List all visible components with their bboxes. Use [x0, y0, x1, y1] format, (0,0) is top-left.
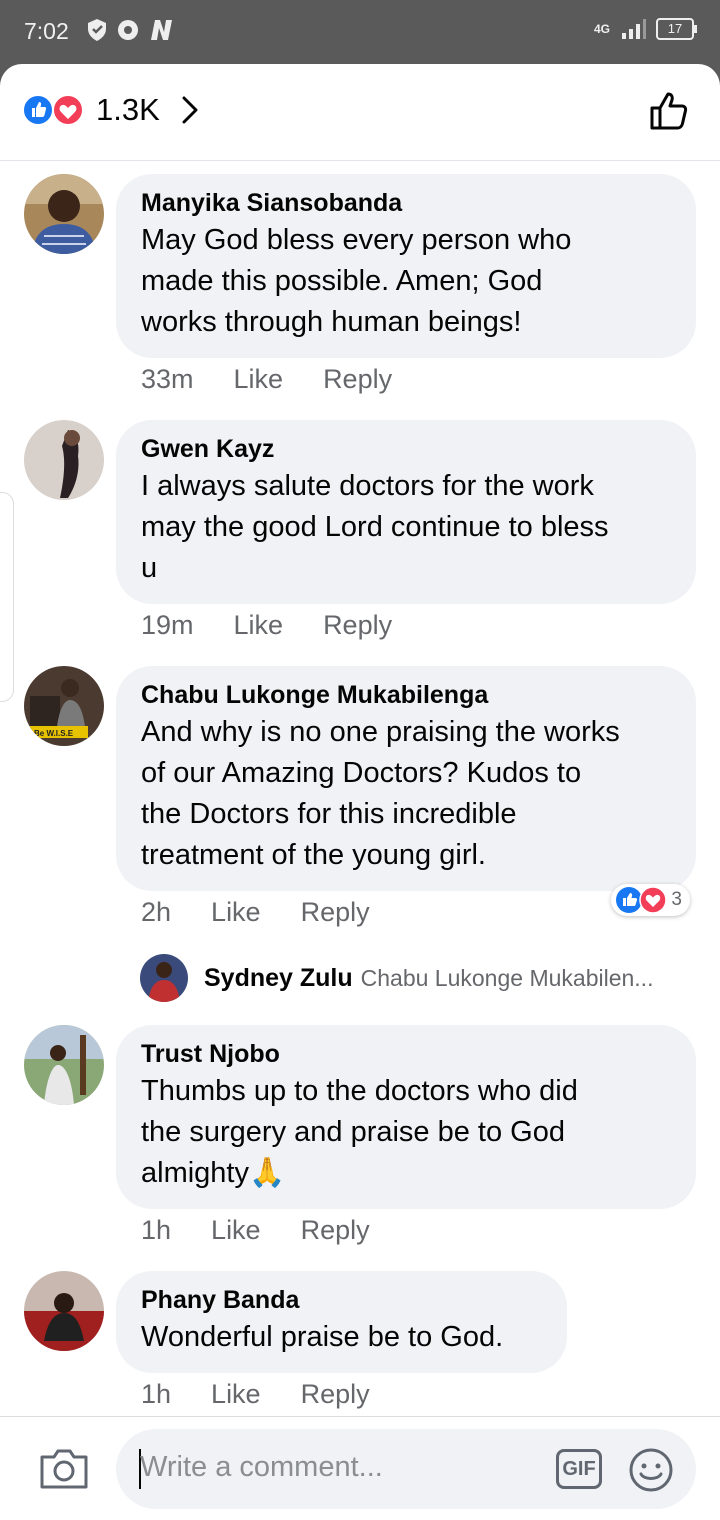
- like-comment-button[interactable]: Like: [234, 364, 284, 395]
- comment-bubble[interactable]: Gwen Kayz I always salute doctors for th…: [116, 420, 696, 604]
- reaction-summary-icons[interactable]: [22, 92, 88, 128]
- reply-comment-button[interactable]: Reply: [301, 897, 370, 928]
- avatar: [140, 954, 188, 1002]
- shield-icon: [88, 19, 106, 41]
- avatar[interactable]: [24, 1271, 104, 1351]
- comment-actions: 1h Like Reply: [141, 1215, 410, 1246]
- comment-author[interactable]: Chabu Lukonge Mukabilenga: [141, 678, 672, 712]
- comment-text-line: the surgery and praise be to God: [141, 1116, 565, 1148]
- camera-icon[interactable]: [38, 1445, 90, 1491]
- reply-comment-button[interactable]: Reply: [301, 1215, 370, 1246]
- comment-text-line: almighty🙏: [141, 1157, 286, 1189]
- comment-time: 19m: [141, 610, 194, 640]
- emoji-icon[interactable]: [628, 1447, 674, 1493]
- comment-actions: 33m Like Reply: [141, 364, 432, 395]
- comment-actions: 19m Like Reply: [141, 610, 432, 641]
- status-bar: 7:02 4G 17: [0, 0, 720, 64]
- status-notification-icons: [86, 18, 176, 42]
- status-time: 7:02: [24, 18, 69, 44]
- comment-text-line: works through human beings!: [141, 306, 522, 338]
- comment-time: 1h: [141, 1215, 172, 1245]
- comment-text-line: the Doctors for this incredible: [141, 798, 517, 830]
- comment-bubble[interactable]: Phany Banda Wonderful praise be to God.: [116, 1271, 567, 1373]
- chrome-icon: [118, 20, 138, 40]
- reply-comment-button[interactable]: Reply: [301, 1379, 370, 1410]
- reply-snippet: Chabu Lukonge Mukabilen...: [360, 964, 654, 991]
- comment-text-line: made this possible. Amen; God: [141, 265, 543, 297]
- avatar[interactable]: [24, 420, 104, 500]
- network-type-label: 4G: [593, 22, 610, 36]
- comment-time: 2h: [141, 897, 172, 927]
- comment-author[interactable]: Manyika Siansobanda: [141, 186, 672, 220]
- comment-text-line: may the good Lord continue to bless: [141, 511, 609, 543]
- reaction-count: 3: [671, 889, 682, 910]
- comment-reactions-badge[interactable]: 3: [611, 884, 690, 916]
- comment-text-line: treatment of the young girl.: [141, 839, 486, 871]
- chevron-right-icon[interactable]: [176, 92, 206, 128]
- n-app-icon: [151, 20, 172, 40]
- comment-input[interactable]: Write a comment... GIF: [116, 1429, 696, 1509]
- reply-comment-button[interactable]: Reply: [323, 610, 392, 641]
- comment-bubble[interactable]: Chabu Lukonge Mukabilenga And why is no …: [116, 666, 696, 891]
- like-comment-button[interactable]: Like: [211, 1215, 261, 1246]
- love-reaction-icon: [639, 886, 668, 914]
- gif-button[interactable]: GIF: [556, 1449, 602, 1489]
- comment-author[interactable]: Gwen Kayz: [141, 432, 672, 466]
- like-comment-button[interactable]: Like: [211, 1379, 261, 1410]
- comment-bubble[interactable]: Manyika Siansobanda May God bless every …: [116, 174, 696, 358]
- like-post-button[interactable]: [646, 86, 694, 134]
- reply-comment-button[interactable]: Reply: [323, 364, 392, 395]
- avatar[interactable]: [24, 1025, 104, 1105]
- comment-text-line: Wonderful praise be to God.: [141, 1321, 504, 1353]
- comment-time: 1h: [141, 1379, 172, 1409]
- comment-bubble[interactable]: Trust Njobo Thumbs up to the doctors who…: [116, 1025, 696, 1209]
- status-system-icons: 4G 17: [593, 18, 697, 40]
- comment-text-line: u: [141, 552, 158, 584]
- comment-actions: 1h Like Reply: [141, 1379, 410, 1410]
- svg-text:Be W.I.S.E: Be W.I.S.E: [34, 729, 74, 738]
- reply-author: Sydney Zulu: [204, 963, 353, 992]
- comment-text-line: Thumbs up to the doctors who did: [141, 1075, 578, 1107]
- battery-level: 17: [667, 21, 683, 36]
- avatar[interactable]: [24, 174, 104, 254]
- reply-preview[interactable]: Sydney Zulu Chabu Lukonge Mukabilen...: [140, 953, 653, 1003]
- reactions-header: 1.3K: [0, 64, 720, 161]
- like-comment-button[interactable]: Like: [234, 610, 284, 641]
- comment-author[interactable]: Trust Njobo: [141, 1037, 672, 1071]
- reaction-count[interactable]: 1.3K: [96, 92, 160, 128]
- comment-actions: 2h Like Reply: [141, 897, 410, 928]
- comments-sheet: 1.3K Manyika Siansobanda May God bless e…: [0, 64, 720, 1520]
- battery-icon: 17: [656, 18, 697, 40]
- comment-text-line: I always salute doctors for the work: [141, 470, 594, 502]
- comment-author[interactable]: Phany Banda: [141, 1283, 543, 1317]
- signal-icon: [622, 19, 646, 39]
- comment-text-line: And why is no one praising the works: [141, 716, 620, 748]
- comment-input-placeholder: Write a comment...: [140, 1451, 383, 1483]
- comment-text-line: May God bless every person who: [141, 224, 572, 256]
- comment-composer: Write a comment... GIF: [0, 1416, 720, 1520]
- avatar[interactable]: Be W.I.S.E: [24, 666, 104, 746]
- side-handle[interactable]: [0, 492, 14, 702]
- like-comment-button[interactable]: Like: [211, 897, 261, 928]
- comment-time: 33m: [141, 364, 194, 394]
- comment-text-line: of our Amazing Doctors? Kudos to: [141, 757, 582, 789]
